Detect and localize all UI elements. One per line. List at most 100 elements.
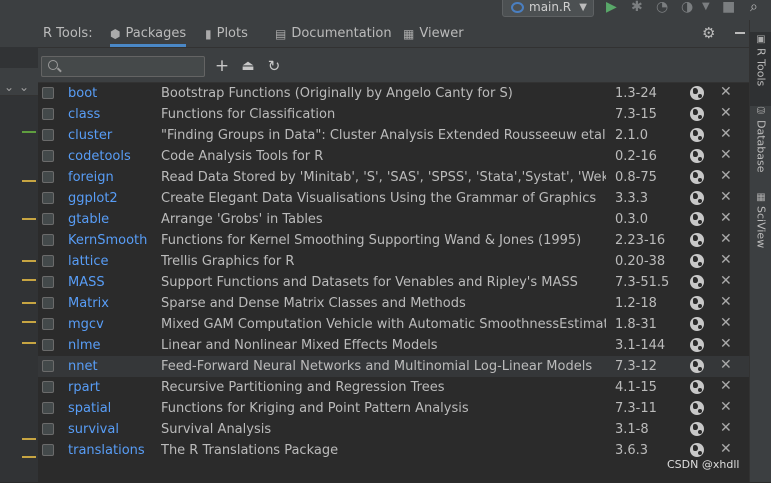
close-icon[interactable]: ✕ — [720, 210, 732, 226]
globe-icon[interactable] — [690, 212, 704, 226]
more-chevron-icon[interactable]: ▼ — [702, 0, 710, 15]
table-row[interactable]: boot Bootstrap Functions (Originally by A… — [38, 83, 749, 104]
table-row[interactable]: survival Survival Analysis 3.1-8 ✕ — [38, 419, 749, 440]
close-icon[interactable]: ✕ — [720, 273, 732, 289]
package-name-link[interactable]: boot — [68, 86, 97, 101]
package-name-link[interactable]: mgcv — [68, 317, 104, 332]
package-checkbox[interactable] — [42, 150, 54, 162]
globe-icon[interactable] — [690, 401, 704, 415]
run-configuration-selector[interactable]: main.R ▼ — [502, 0, 594, 17]
profile-icon[interactable]: ◑ — [681, 0, 693, 15]
package-name-link[interactable]: nnet — [68, 359, 98, 374]
globe-icon[interactable] — [690, 149, 704, 163]
package-checkbox[interactable] — [42, 255, 54, 267]
globe-icon[interactable] — [690, 170, 704, 184]
globe-icon[interactable] — [690, 86, 704, 100]
globe-icon[interactable] — [690, 443, 704, 457]
package-checkbox[interactable] — [42, 360, 54, 372]
table-row[interactable]: KernSmooth Functions for Kernel Smoothing… — [38, 230, 749, 251]
globe-icon[interactable] — [690, 422, 704, 436]
table-row[interactable]: spatial Functions for Kriging and Point P… — [38, 398, 749, 419]
close-icon[interactable]: ✕ — [720, 189, 732, 205]
tab-viewer[interactable]: ▦ Viewer — [403, 20, 464, 47]
globe-icon[interactable] — [690, 254, 704, 268]
package-checkbox[interactable] — [42, 129, 54, 141]
tab-documentation[interactable]: ▤ Documentation — [275, 20, 392, 47]
sidebar-tab-sciview[interactable]: ▦ SciView — [750, 192, 771, 272]
table-row[interactable]: gtable Arrange 'Grobs' in Tables 0.3.0 ✕ — [38, 209, 749, 230]
table-row[interactable]: lattice Trellis Graphics for R 0.20-38 ✕ — [38, 251, 749, 272]
chevron-down-icon[interactable]: ⌄ — [4, 80, 14, 94]
search-field[interactable] — [41, 56, 205, 77]
package-checkbox[interactable] — [42, 381, 54, 393]
table-row[interactable]: rpart Recursive Partitioning and Regressi… — [38, 377, 749, 398]
close-icon[interactable]: ✕ — [720, 378, 732, 394]
package-checkbox[interactable] — [42, 171, 54, 183]
package-name-link[interactable]: Matrix — [68, 296, 109, 311]
sidebar-tab-r-tools[interactable]: ▣ R Tools — [750, 32, 771, 106]
globe-icon[interactable] — [690, 359, 704, 373]
close-icon[interactable]: ✕ — [720, 126, 732, 142]
close-icon[interactable]: ✕ — [720, 168, 732, 184]
close-icon[interactable]: ✕ — [720, 231, 732, 247]
table-row[interactable]: codetools Code Analysis Tools for R 0.2-16… — [38, 146, 749, 167]
table-row[interactable]: class Functions for Classification 7.3-15 ✕ — [38, 104, 749, 125]
package-checkbox[interactable] — [42, 339, 54, 351]
package-name-link[interactable]: foreign — [68, 170, 114, 185]
package-name-link[interactable]: KernSmooth — [68, 233, 147, 248]
package-name-link[interactable]: spatial — [68, 401, 111, 416]
debug-icon[interactable]: ✱ — [631, 0, 643, 15]
search-input[interactable] — [64, 58, 204, 77]
table-row[interactable]: foreign Read Data Stored by 'Minitab', 'S… — [38, 167, 749, 188]
globe-icon[interactable] — [690, 128, 704, 142]
package-checkbox[interactable] — [42, 276, 54, 288]
close-icon[interactable]: ✕ — [720, 441, 732, 457]
close-icon[interactable]: ✕ — [720, 252, 732, 268]
package-checkbox[interactable] — [42, 108, 54, 120]
package-name-link[interactable]: rpart — [68, 380, 100, 395]
close-icon[interactable]: ✕ — [720, 420, 732, 436]
package-checkbox[interactable] — [42, 444, 54, 456]
package-name-link[interactable]: gtable — [68, 212, 109, 227]
package-checkbox[interactable] — [42, 234, 54, 246]
package-checkbox[interactable] — [42, 213, 54, 225]
table-row[interactable]: mgcv Mixed GAM Computation Vehicle with A… — [38, 314, 749, 335]
upgrade-icon[interactable]: ⏏ — [238, 56, 258, 76]
package-name-link[interactable]: class — [68, 107, 100, 122]
run-icon[interactable]: ▶ — [606, 0, 617, 15]
package-name-link[interactable]: nlme — [68, 338, 101, 353]
close-icon[interactable]: ✕ — [720, 399, 732, 415]
coverage-icon[interactable]: ◔ — [656, 0, 668, 15]
close-icon[interactable]: ✕ — [720, 357, 732, 373]
globe-icon[interactable] — [690, 296, 704, 310]
close-icon[interactable]: ✕ — [720, 105, 732, 121]
tab-packages[interactable]: ⬢ Packages — [110, 20, 187, 47]
close-icon[interactable]: ✕ — [720, 84, 732, 100]
globe-icon[interactable] — [690, 338, 704, 352]
package-name-link[interactable]: ggplot2 — [68, 191, 118, 206]
search-everywhere-icon[interactable]: ⌕ — [750, 0, 758, 15]
close-icon[interactable]: ✕ — [720, 336, 732, 352]
stop-icon[interactable]: ■ — [722, 0, 735, 15]
close-icon[interactable]: ✕ — [720, 294, 732, 310]
package-checkbox[interactable] — [42, 297, 54, 309]
table-row[interactable]: translations The R Translations Package 3.… — [38, 440, 749, 461]
gear-icon[interactable]: ⚙ — [702, 24, 715, 42]
globe-icon[interactable] — [690, 317, 704, 331]
package-name-link[interactable]: lattice — [68, 254, 109, 269]
table-row[interactable]: ggplot2 Create Elegant Data Visualisation… — [38, 188, 749, 209]
close-icon[interactable]: ✕ — [720, 315, 732, 331]
tab-plots[interactable]: ▮ Plots — [205, 20, 248, 47]
minimize-icon[interactable] — [735, 32, 745, 34]
globe-icon[interactable] — [690, 275, 704, 289]
globe-icon[interactable] — [690, 107, 704, 121]
package-checkbox[interactable] — [42, 192, 54, 204]
table-row[interactable]: cluster "Finding Groups in Data": Cluster… — [38, 125, 749, 146]
add-icon[interactable]: + — [212, 56, 232, 76]
globe-icon[interactable] — [690, 233, 704, 247]
refresh-icon[interactable]: ↻ — [264, 56, 284, 76]
package-checkbox[interactable] — [42, 87, 54, 99]
sidebar-tab-database[interactable]: ⛁ Database — [750, 106, 771, 196]
table-row[interactable]: nlme Linear and Nonlinear Mixed Effects M… — [38, 335, 749, 356]
package-name-link[interactable]: codetools — [68, 149, 131, 164]
